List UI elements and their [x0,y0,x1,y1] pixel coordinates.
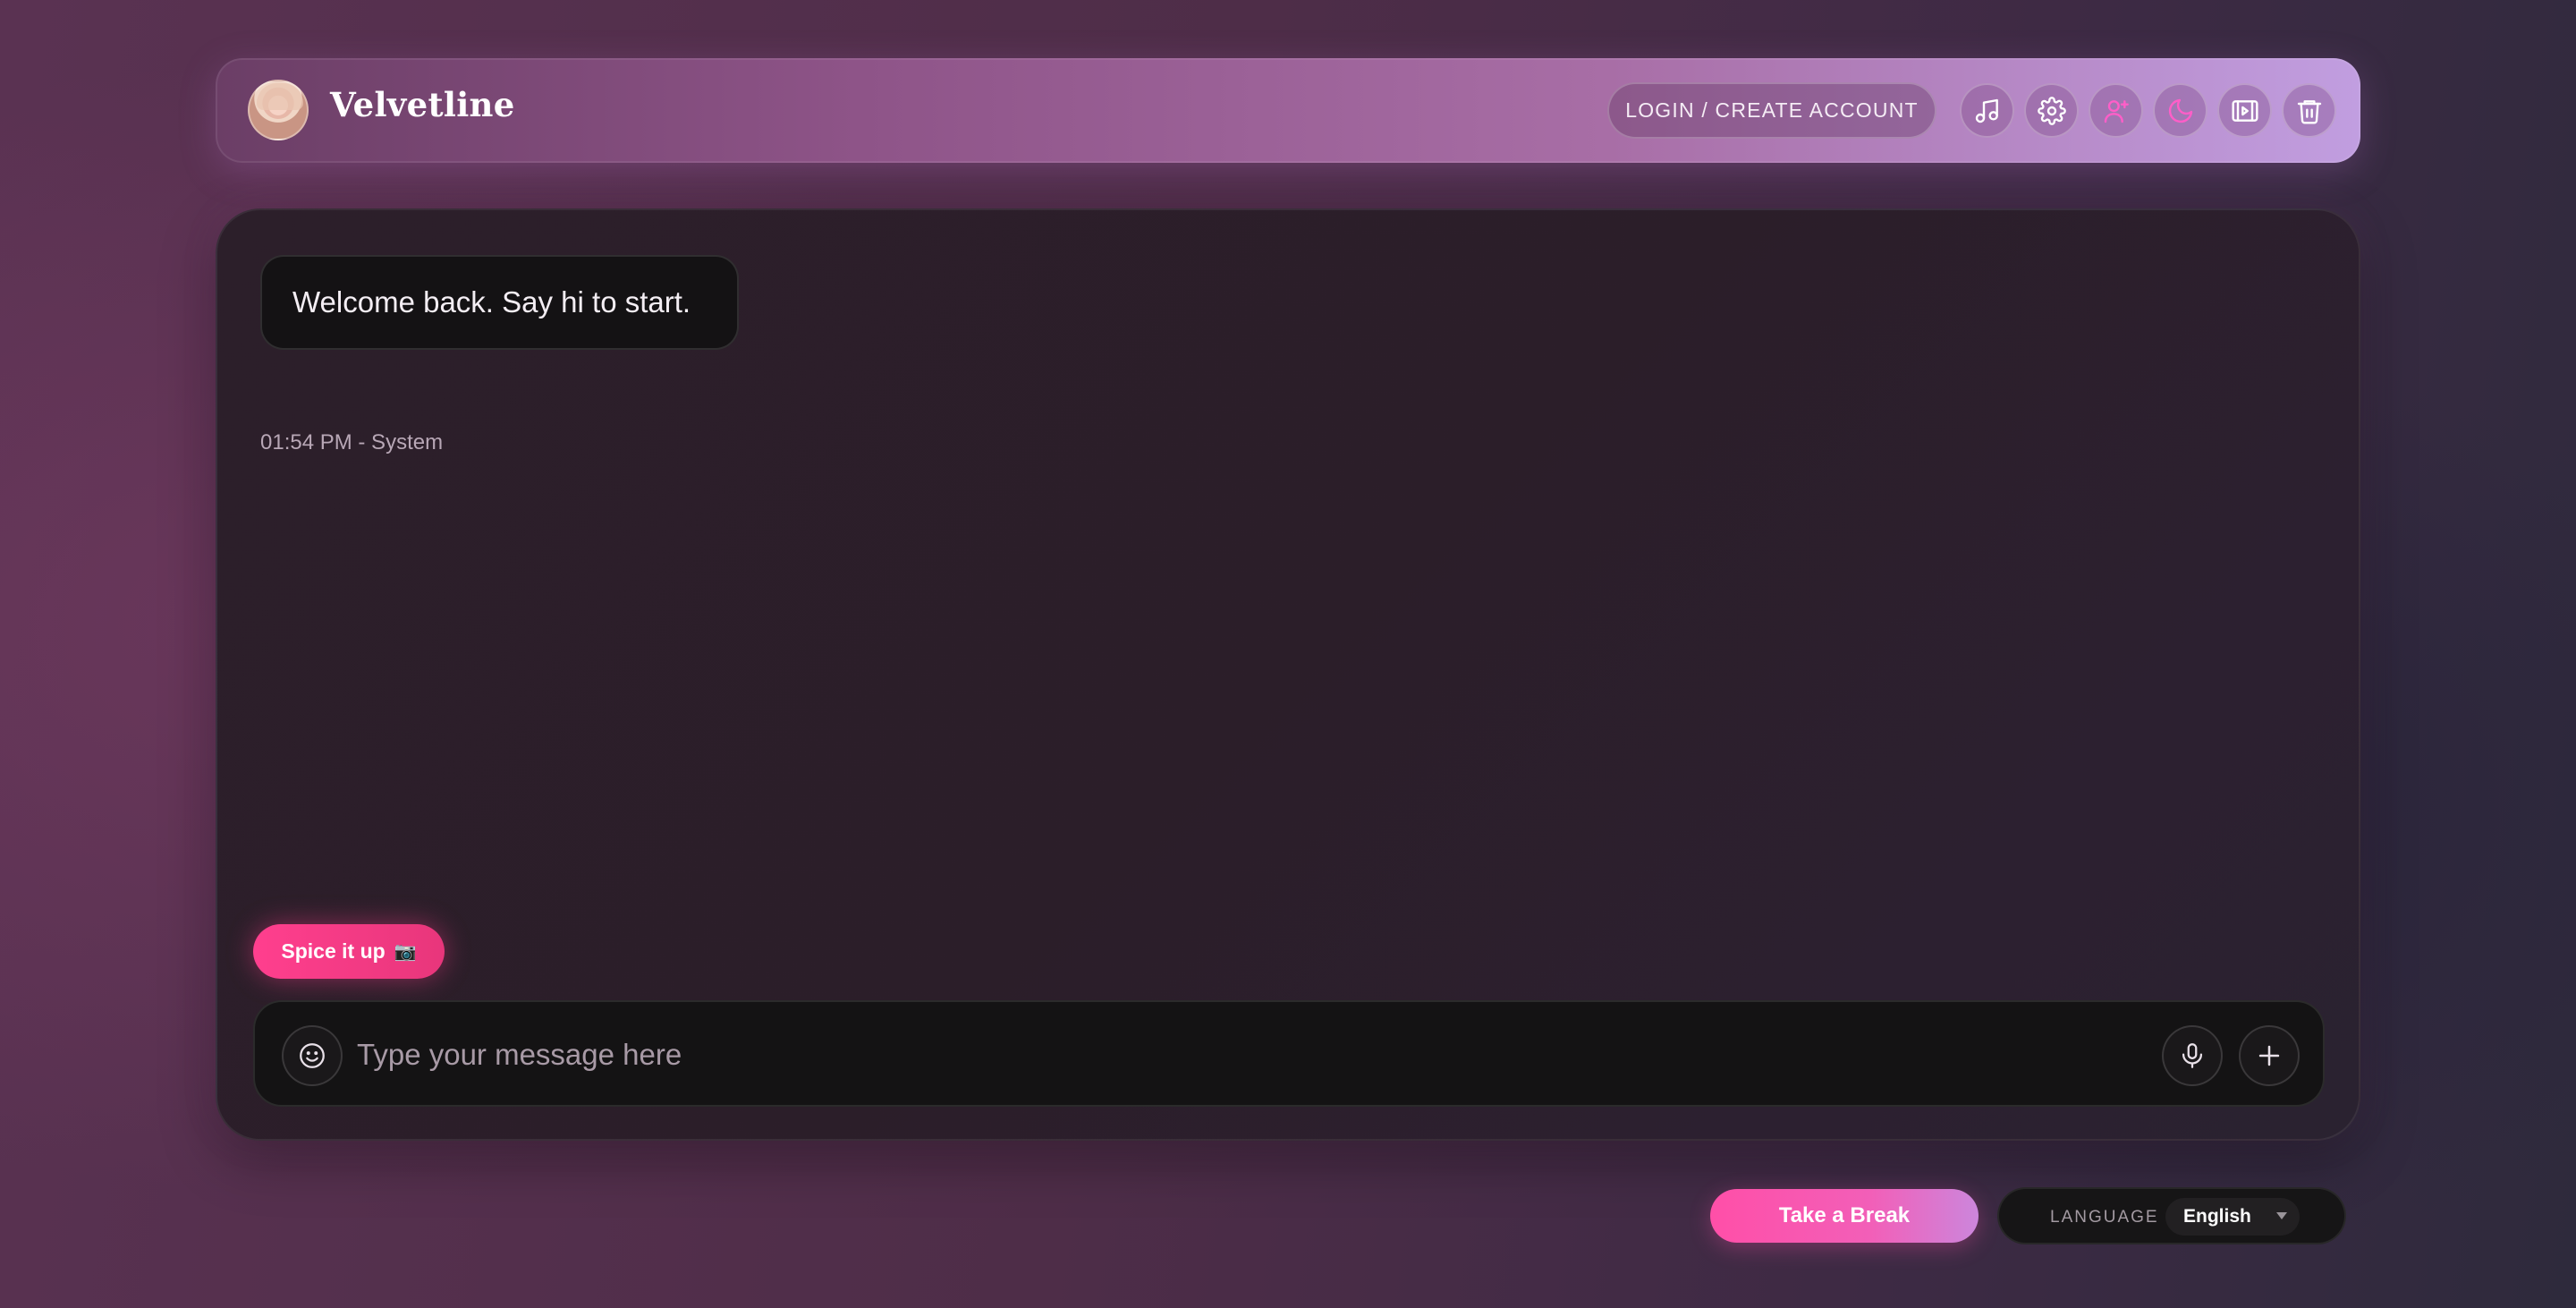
microphone-icon [2182,1043,2203,1068]
login-create-account-button[interactable]: LOGIN / CREATE ACCOUNT [1607,82,1936,139]
brand-name: Velvetline [330,85,515,124]
camera-icon: 📷 [394,942,417,962]
spice-label: Spice it up [281,939,386,963]
top-header: Velvetline LOGIN / CREATE ACCOUNT [216,58,2360,163]
user-plus-icon [2104,99,2129,123]
chat-panel: Welcome back. Say hi to start. 01:54 PM … [216,208,2360,1141]
attach-button[interactable] [2239,1025,2300,1086]
gallery-button[interactable] [2217,83,2272,138]
chevron-down-icon [2276,1212,2287,1219]
emoji-button[interactable] [282,1025,343,1086]
message-input[interactable] [357,1023,2146,1086]
theme-button[interactable] [2153,83,2207,138]
message-text: Welcome back. Say hi to start. [292,285,691,319]
trash-icon [2297,99,2321,124]
gallery-icon [2231,99,2258,122]
profile-button[interactable] [2089,83,2143,138]
message-composer [253,1000,2325,1107]
smiley-icon [300,1043,325,1068]
moon-icon [2168,98,2192,123]
settings-button[interactable] [2024,83,2079,138]
message-meta: 01:54 PM - System [260,430,444,454]
plus-icon [2258,1045,2280,1066]
music-button[interactable] [1960,83,2014,138]
music-icon [1975,98,1998,123]
clear-chat-button[interactable] [2282,83,2336,138]
spice-it-up-button[interactable]: Spice it up 📷 [253,924,445,979]
language-label: LANGUAGE [2050,1208,2159,1227]
language-value: English [2183,1206,2251,1227]
language-selector: LANGUAGE English [1997,1187,2346,1244]
gear-icon [2037,96,2066,125]
user-avatar[interactable] [248,80,309,140]
language-dropdown[interactable]: English [2165,1198,2300,1236]
voice-input-button[interactable] [2162,1025,2223,1086]
message-bubble: Welcome back. Say hi to start. [260,255,739,350]
take-a-break-button[interactable]: Take a Break [1710,1189,1979,1243]
